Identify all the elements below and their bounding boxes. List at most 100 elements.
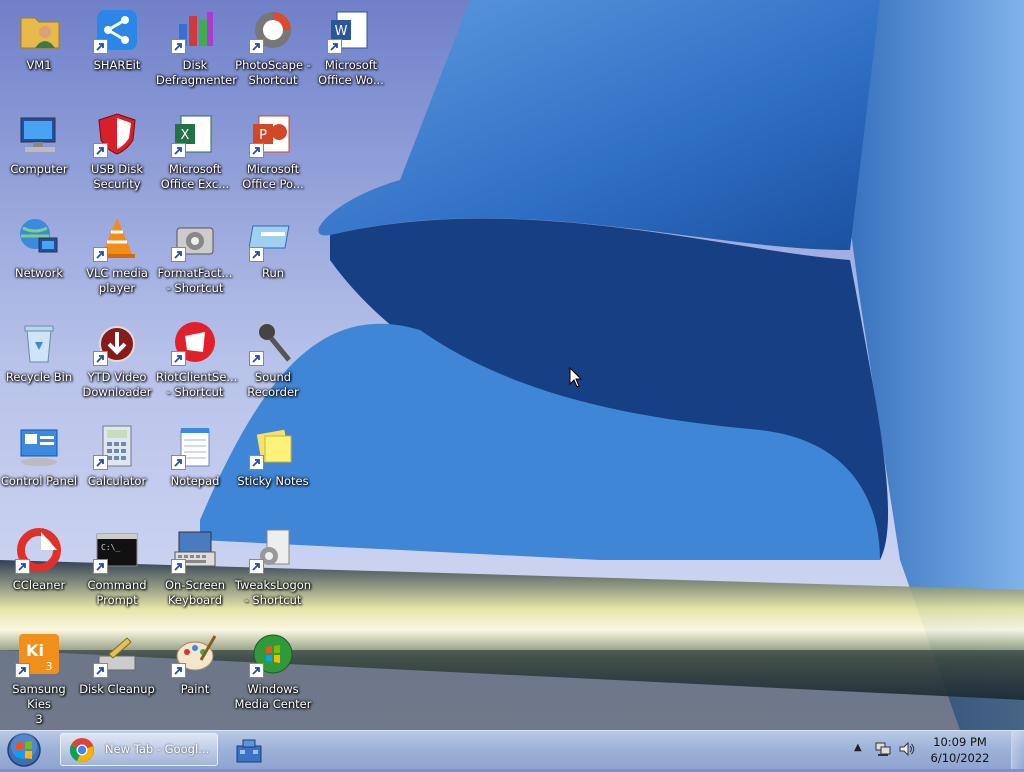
desktop-icon-label: Microsoft Office Wo... [318,58,384,87]
desktop-icon-label: VLC media player [86,266,148,295]
taskbar-chrome-button[interactable]: New Tab - Googl... [60,733,218,766]
svg-text:Ki: Ki [26,641,44,660]
desktop-icon-label: SHAREit [93,58,141,72]
desktop-icon-label: Microsoft Office Exc... [160,162,230,191]
desktop-icon[interactable]: Run [234,208,312,308]
desktop-icon-label: VM1 [26,58,52,72]
control-panel-icon [15,422,63,470]
desktop-icon[interactable]: Disk Cleanup [78,624,156,724]
microphone-icon [249,318,297,366]
ytd-icon [93,318,141,366]
network-tray-icon[interactable] [874,741,892,757]
desktop-icon-label: Network [14,266,64,280]
start-button[interactable] [4,732,44,768]
desktop-icon-label: Notepad [170,474,220,488]
desktop-icon-label: Microsoft Office Po... [242,162,304,191]
tweakslogon-icon [249,526,297,574]
shortcut-arrow-icon [249,143,264,158]
desktop-icon[interactable]: FormatFact... - Shortcut [156,208,234,308]
desktop-icon[interactable]: Notepad [156,416,234,516]
desktop-icon[interactable]: Paint [156,624,234,724]
ccleaner-icon [15,526,63,574]
desktop-icon[interactable]: W Microsoft Office Wo... [312,0,390,100]
taskbar-pinned-app[interactable] [232,734,268,766]
volume-icon[interactable] [898,741,916,757]
system-tray: ▲ 10:09 PM 6/10/2022 [854,731,1024,769]
shortcut-arrow-icon [93,39,108,54]
samsung-kies-icon: Ki 3 [15,630,63,678]
desktop-icon[interactable]: Control Panel [0,416,78,516]
desktop-icon-label: Calculator [87,474,147,488]
keyboard-icon [171,526,219,574]
desktop-icon[interactable]: Computer [0,104,78,204]
shortcut-arrow-icon [171,559,186,574]
desktop-icon[interactable]: PhotoScape - Shortcut [234,0,312,100]
computer-icon [15,110,63,158]
clock[interactable]: 10:09 PM 6/10/2022 [920,734,1000,766]
desktop-icon[interactable]: P Microsoft Office Po... [234,104,312,204]
desktop-icon[interactable]: Sticky Notes [234,416,312,516]
word-icon: W [327,6,375,54]
desktop-icon-label: Samsung Kies 3 [12,682,66,726]
desktop-icon[interactable]: Recycle Bin [0,312,78,412]
recycle-bin-icon [15,318,63,366]
desktop-icon[interactable]: VM1 [0,0,78,100]
svg-text:3: 3 [46,660,53,673]
desktop-icon-label: On-Screen Keyboard [164,578,226,607]
desktop-icon[interactable]: Ki 3 Samsung Kies 3 [0,624,78,726]
desktop-icon[interactable]: Sound Recorder [234,312,312,412]
shortcut-arrow-icon [93,559,108,574]
calculator-icon [93,422,141,470]
svg-text:W: W [335,24,348,39]
shortcut-arrow-icon [171,39,186,54]
media-center-icon [249,630,297,678]
desktop-icon[interactable]: X Microsoft Office Exc... [156,104,234,204]
network-icon [15,214,63,262]
desktop-icon[interactable]: Network [0,208,78,308]
svg-text:C:\_: C:\_ [101,543,120,552]
shortcut-arrow-icon [93,247,108,262]
desktop-icon[interactable]: TweaksLogon - Shortcut [234,520,312,620]
shortcut-arrow-icon [171,455,186,470]
desktop-icon-label: Disk Defragmenter [156,58,237,87]
desktop[interactable]: VM1 SHAREit Disk Defragmenter PhotoScape - … [0,0,1024,730]
desktop-icon-label: Recycle Bin [5,370,73,384]
desktop-icon[interactable]: CCleaner [0,520,78,620]
shortcut-arrow-icon [171,143,186,158]
desktop-icon-label: Run [261,266,285,280]
toolbox-icon [236,739,262,763]
shortcut-arrow-icon [171,247,186,262]
desktop-icon-label: Disk Cleanup [79,682,155,696]
desktop-icon-label: USB Disk Security [91,162,143,191]
desktop-icon[interactable]: VLC media player [78,208,156,308]
desktop-icon-label: PhotoScape - Shortcut [235,58,311,87]
desktop-icon-label: CCleaner [12,578,66,592]
shortcut-arrow-icon [15,663,30,678]
desktop-icon[interactable]: Disk Defragmenter [156,0,237,100]
desktop-icon[interactable]: Calculator [78,416,156,516]
shortcut-arrow-icon [171,663,186,678]
desktop-icon[interactable]: SHAREit [78,0,156,100]
show-desktop-button[interactable] [1011,731,1024,769]
shortcut-arrow-icon [249,559,264,574]
desktop-icon[interactable]: RiotClientSe... - Shortcut [156,312,237,412]
desktop-icon-label: Sound Recorder [247,370,299,399]
svg-text:P: P [259,128,267,143]
shortcut-arrow-icon [249,351,264,366]
disk-cleanup-icon [93,630,141,678]
notepad-icon [171,422,219,470]
shortcut-arrow-icon [249,455,264,470]
desktop-icon[interactable]: C:\_ Command Prompt [78,520,156,620]
desktop-icon[interactable]: Windows Media Center [234,624,312,724]
desktop-icon[interactable]: On-Screen Keyboard [156,520,234,620]
desktop-icon[interactable]: YTD Video Downloader [78,312,156,412]
shortcut-arrow-icon [171,351,186,366]
desktop-icon[interactable]: USB Disk Security [78,104,156,204]
powerpoint-icon: P [249,110,297,158]
shortcut-arrow-icon [93,143,108,158]
show-hidden-icons-button[interactable]: ▲ [854,742,862,753]
taskbar-chrome-label: New Tab - Googl... [105,742,210,756]
user-folder-icon [15,6,63,54]
taskbar: New Tab - Googl... ▲ 10:09 PM 6/10/2022 [0,730,1024,769]
desktop-icon-label: Computer [10,162,68,176]
